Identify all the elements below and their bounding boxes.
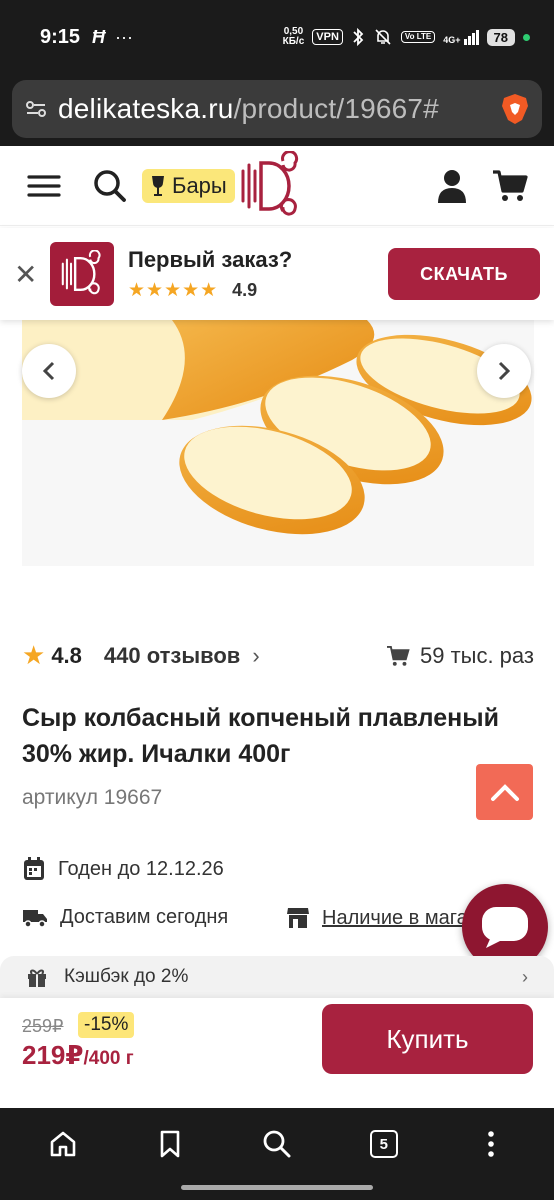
store-icon bbox=[287, 908, 309, 928]
cashback-row[interactable]: Кэшбэк до 2% › bbox=[0, 956, 554, 998]
site-header: Бары bbox=[0, 146, 554, 226]
user-icon bbox=[438, 169, 466, 203]
sold-count: 59 тыс. раз bbox=[386, 643, 534, 669]
privacy-dot bbox=[523, 33, 530, 41]
battery-indicator: 78 bbox=[486, 28, 515, 46]
download-app-button[interactable]: СКАЧАТЬ bbox=[388, 248, 540, 300]
gesture-bar bbox=[181, 1185, 373, 1190]
net-speed: 0,50 КБ/с bbox=[282, 26, 305, 47]
close-banner-icon[interactable]: ✕ bbox=[14, 258, 38, 291]
star-icon: ★ bbox=[22, 640, 46, 670]
delivery-row: Доставим сегодня bbox=[22, 906, 228, 929]
search-icon bbox=[263, 1130, 291, 1158]
browser-toolbar: delikateska.ru/product/19667# bbox=[0, 74, 554, 146]
account-button[interactable] bbox=[432, 166, 472, 206]
chevron-right-icon[interactable]: › bbox=[252, 643, 259, 669]
product-gallery[interactable] bbox=[0, 320, 554, 606]
address-bar[interactable]: delikateska.ru/product/19667# bbox=[12, 80, 542, 138]
truck-icon bbox=[23, 909, 47, 928]
reviews-link[interactable]: 440 отзывов bbox=[104, 643, 240, 669]
app-rating-value: 4.9 bbox=[232, 279, 258, 300]
delikateska-logo[interactable] bbox=[239, 150, 303, 221]
buy-bar: 259₽ -15% 219₽/400 г Купить bbox=[0, 998, 554, 1108]
product-article: артикул 19667 bbox=[22, 786, 163, 809]
rating-value: 4.8 bbox=[51, 642, 82, 668]
cart-icon bbox=[386, 645, 410, 666]
product-rating-row: ★ 4.8 440 отзывов › 59 тыс. раз bbox=[22, 640, 534, 671]
cart-button[interactable] bbox=[490, 166, 530, 206]
chevron-up-icon bbox=[490, 784, 519, 801]
site-settings-icon[interactable] bbox=[24, 97, 48, 121]
signal-icon: 4G+ bbox=[443, 29, 479, 45]
discount-badge: -15% bbox=[78, 1012, 135, 1038]
more-menu-button[interactable] bbox=[466, 1119, 516, 1169]
search-button[interactable] bbox=[252, 1119, 302, 1169]
product-image bbox=[22, 320, 532, 535]
app-download-banner: ✕ Первый заказ? ★★★★★ 4.9 СКАЧАТЬ bbox=[0, 228, 554, 320]
chevron-left-icon bbox=[42, 361, 55, 381]
bluetooth-icon bbox=[353, 27, 364, 47]
product-title: Сыр колбасный копченый плавленый 30% жир… bbox=[22, 704, 499, 768]
more-vertical-icon bbox=[487, 1131, 494, 1157]
bookmark-icon bbox=[160, 1130, 180, 1158]
current-price: 219₽/400 г bbox=[22, 1040, 134, 1070]
category-badge[interactable]: Бары bbox=[142, 168, 235, 203]
gift-icon bbox=[28, 969, 46, 987]
home-button[interactable] bbox=[38, 1119, 88, 1169]
app-logo bbox=[50, 242, 114, 306]
chevron-right-icon bbox=[498, 361, 511, 381]
banner-title: Первый заказ? bbox=[128, 246, 293, 272]
scroll-to-top-button[interactable] bbox=[476, 764, 533, 820]
volte-badge: Vo LTE bbox=[400, 31, 436, 43]
search-button[interactable] bbox=[90, 166, 130, 206]
notification-h-icon: Ħ bbox=[92, 26, 106, 47]
chevron-right-icon: › bbox=[522, 966, 528, 987]
tabs-button[interactable]: 5 bbox=[359, 1119, 409, 1169]
mute-icon bbox=[375, 29, 391, 45]
app-logo-mark bbox=[61, 250, 101, 295]
status-bar: 9:15 Ħ ··· 0,50 КБ/с VPN Vo LTE 4G+ 78 bbox=[0, 0, 554, 74]
calendar-icon bbox=[24, 857, 44, 880]
bookmark-button[interactable] bbox=[145, 1119, 195, 1169]
brave-shields-icon[interactable] bbox=[500, 92, 530, 126]
status-time: 9:15 bbox=[40, 25, 81, 48]
buy-button[interactable]: Купить bbox=[322, 1004, 533, 1074]
tab-count: 5 bbox=[369, 1130, 398, 1158]
menu-icon bbox=[27, 174, 61, 197]
gallery-next-button[interactable] bbox=[477, 344, 531, 398]
chat-icon bbox=[482, 907, 528, 948]
star-rating-icon: ★★★★★ bbox=[128, 279, 219, 301]
gallery-prev-button[interactable] bbox=[22, 344, 76, 398]
browser-bottom-nav: 5 bbox=[0, 1108, 554, 1200]
menu-button[interactable] bbox=[24, 166, 64, 206]
more-notifications-icon: ··· bbox=[115, 26, 134, 47]
cart-icon bbox=[493, 169, 528, 201]
expiry-row: Годен до 12.12.26 bbox=[22, 856, 224, 882]
url-text[interactable]: delikateska.ru/product/19667# bbox=[58, 93, 490, 125]
wine-glass-icon bbox=[152, 175, 164, 196]
old-price: 259₽ bbox=[22, 1016, 64, 1036]
search-icon bbox=[94, 169, 126, 202]
home-icon bbox=[51, 1131, 76, 1157]
vpn-badge: VPN bbox=[312, 29, 343, 45]
